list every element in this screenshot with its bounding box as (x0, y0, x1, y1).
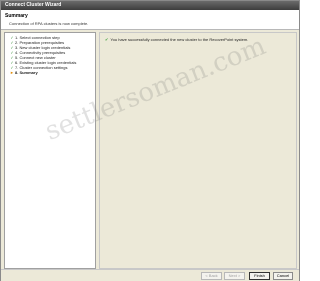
success-message: ✔ You have successfully connected the new… (105, 37, 249, 42)
step-item-current[interactable]: ►8. Summary (9, 70, 38, 75)
button-bar: < Back Next > Finish Cancel (1, 269, 299, 281)
finish-button[interactable]: Finish (249, 272, 270, 280)
wizard-window: Connect Cluster Wizard Summary Connectio… (0, 0, 300, 281)
back-button[interactable]: < Back (201, 272, 222, 280)
content-pane: ✔ You have successfully connected the new… (99, 32, 297, 269)
cancel-button[interactable]: Cancel (273, 272, 293, 280)
wizard-header: Summary Connection of RPA clusters is no… (1, 10, 299, 30)
page-subtitle: Connection of RPA clusters is now comple… (9, 21, 89, 26)
next-button[interactable]: Next > (224, 272, 245, 280)
title-bar: Connect Cluster Wizard (1, 1, 299, 10)
steps-pane: ✓1. Select connection step ✓2. Preparati… (4, 32, 96, 269)
page-title: Summary (5, 13, 28, 19)
success-check-icon: ✔ (105, 37, 109, 42)
